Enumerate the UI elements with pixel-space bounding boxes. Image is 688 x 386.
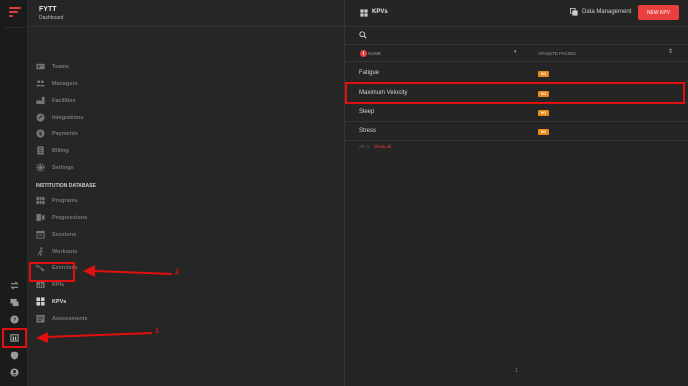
annotation-number-2: 2 [175, 269, 179, 276]
arrow-head-1 [36, 332, 48, 343]
annotation-number-1: 1 [155, 328, 159, 335]
arrow-annotations [36, 265, 173, 343]
arrow-head-2 [83, 265, 95, 277]
